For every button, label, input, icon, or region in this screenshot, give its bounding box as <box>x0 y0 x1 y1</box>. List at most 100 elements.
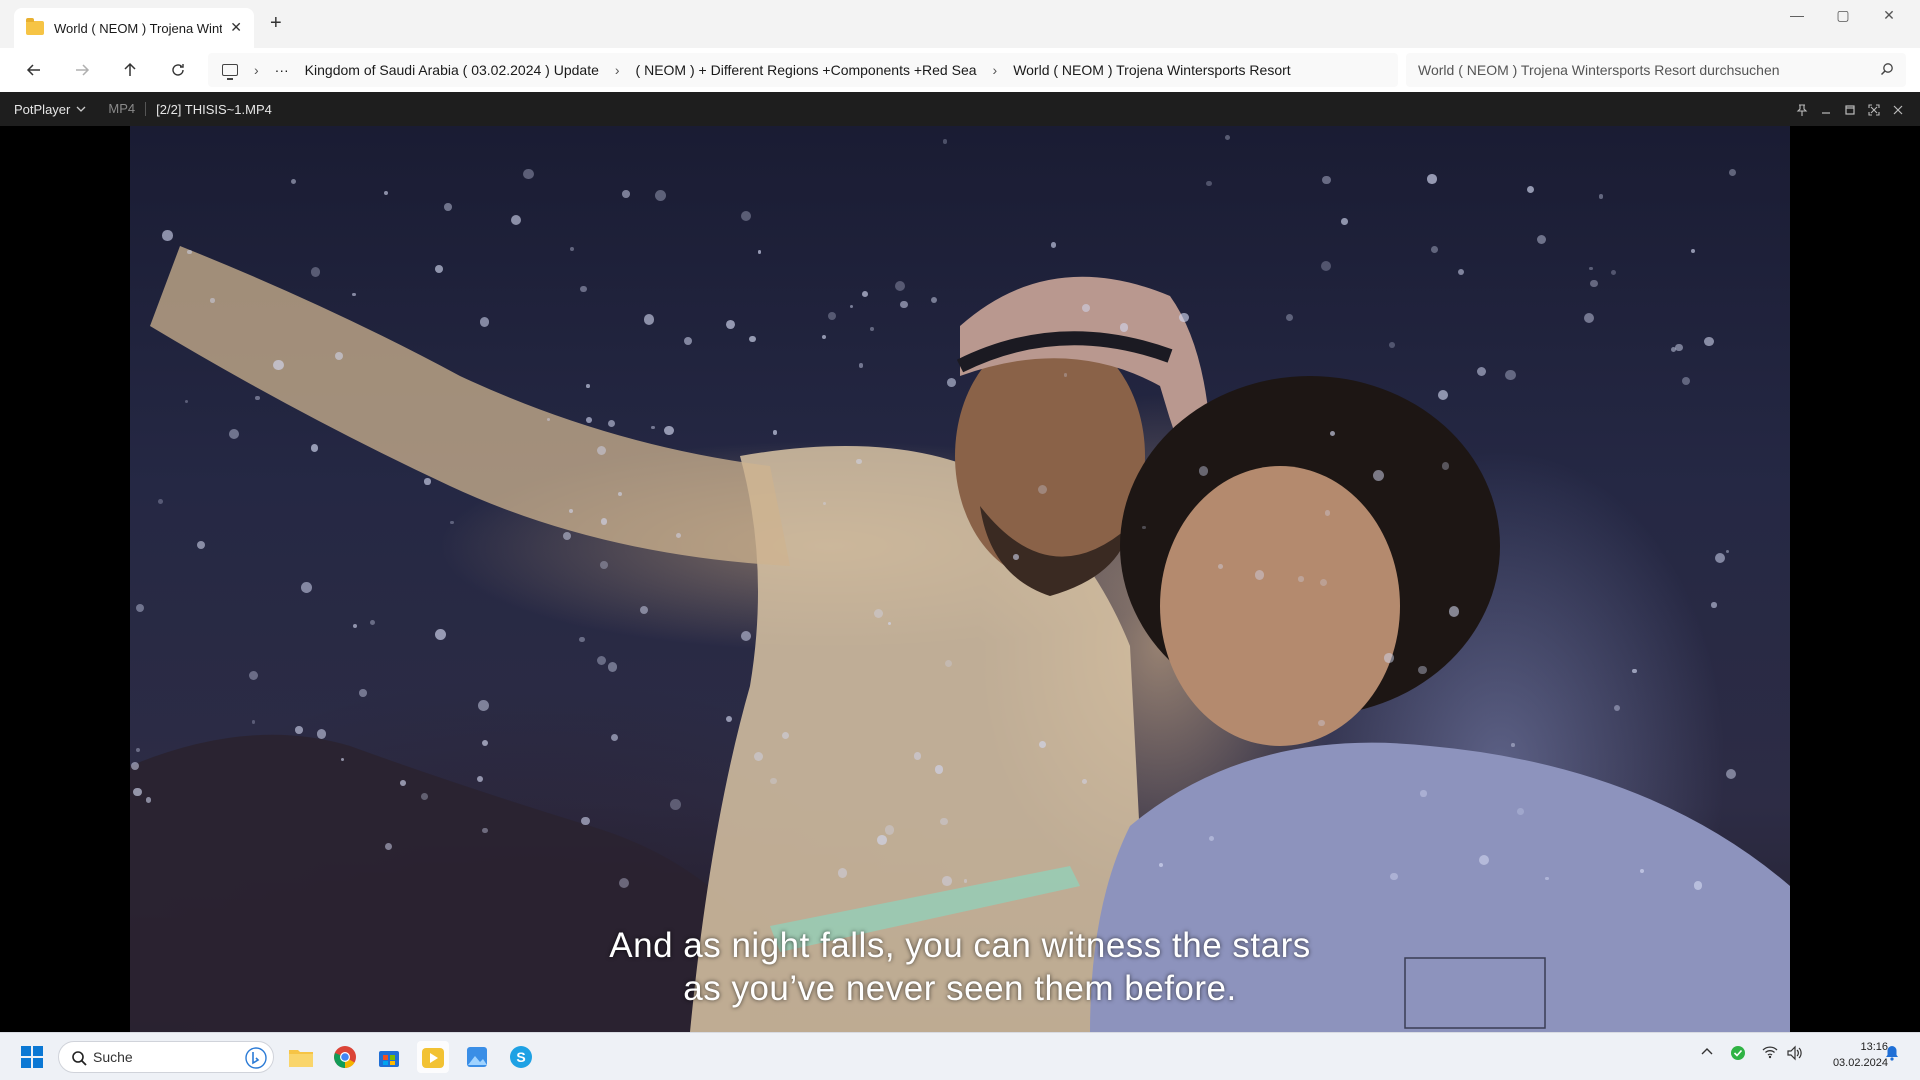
file-explorer-icon[interactable] <box>285 1041 317 1073</box>
wifi-icon[interactable] <box>1762 1045 1778 1062</box>
chrome-icon[interactable] <box>329 1041 361 1073</box>
up-button[interactable] <box>118 58 142 82</box>
star <box>757 250 762 254</box>
player-minimize-button[interactable] <box>1818 102 1834 118</box>
refresh-icon <box>172 64 184 76</box>
maximize-button[interactable]: ▢ <box>1820 0 1866 30</box>
star <box>599 560 608 569</box>
star <box>654 189 666 201</box>
star <box>1224 134 1230 140</box>
star <box>1322 175 1331 185</box>
star <box>1505 369 1516 380</box>
minimize-button[interactable]: — <box>1774 0 1820 30</box>
system-clock[interactable]: 13:16 03.02.2024 <box>1812 1039 1888 1071</box>
star <box>421 793 429 800</box>
explorer-window: World ( NEOM ) Trojena Winte ✕ + — ▢ ✕ ›… <box>0 0 1920 92</box>
forward-button[interactable] <box>70 58 94 82</box>
star <box>1179 312 1189 322</box>
star <box>1714 552 1725 563</box>
subtitle-line-1: And as night falls, you can witness the … <box>609 926 1311 965</box>
skype-icon[interactable]: S <box>505 1041 537 1073</box>
star <box>754 751 764 761</box>
tab-bar: World ( NEOM ) Trojena Winte ✕ + — ▢ ✕ <box>0 0 1920 48</box>
star <box>741 630 752 641</box>
potplayer-window[interactable]: PotPlayer MP4 [2/2] THISIS~1.MP4 And as … <box>0 92 1920 1032</box>
tab-explorer[interactable]: World ( NEOM ) Trojena Winte ✕ <box>14 8 254 48</box>
star <box>870 327 874 331</box>
chevron-right-icon[interactable]: › <box>246 62 267 78</box>
clock-time: 13:16 <box>1860 1041 1888 1053</box>
star <box>769 777 777 785</box>
star <box>1298 575 1304 582</box>
star <box>617 491 623 496</box>
star <box>295 726 303 734</box>
app-name: PotPlayer <box>14 101 71 117</box>
star <box>133 787 142 797</box>
star <box>1081 304 1090 313</box>
close-window-button[interactable]: ✕ <box>1866 0 1912 30</box>
star <box>877 834 888 845</box>
search-field[interactable]: World ( NEOM ) Trojena Wintersports Reso… <box>1406 53 1906 87</box>
clock-date: 03.02.2024 <box>1832 1057 1888 1069</box>
taskbar: Suche S 13:16 03.02.2024 <box>0 1032 1920 1080</box>
photos-icon[interactable] <box>461 1041 493 1073</box>
new-tab-button[interactable]: + <box>270 12 282 35</box>
fullscreen-button[interactable] <box>1866 102 1882 118</box>
star <box>622 190 630 198</box>
shield-icon[interactable] <box>1730 1045 1746 1064</box>
star <box>934 765 944 774</box>
pin-icon[interactable] <box>1794 102 1810 118</box>
star <box>858 363 864 368</box>
star <box>310 267 320 277</box>
star <box>1590 279 1598 288</box>
chevron-right-icon[interactable]: › <box>607 62 628 78</box>
refresh-button[interactable] <box>166 58 190 82</box>
star <box>1448 606 1460 617</box>
star <box>1389 341 1395 348</box>
chevron-right-icon[interactable]: › <box>985 62 1006 78</box>
chevron-up-icon[interactable] <box>1700 1045 1714 1062</box>
star <box>939 817 948 826</box>
star <box>1704 336 1714 347</box>
overflow-button[interactable]: ··· <box>267 62 297 78</box>
breadcrumb-kingdom[interactable]: Kingdom of Saudi Arabia ( 03.02.2024 ) U… <box>297 62 607 78</box>
star <box>579 636 585 643</box>
star <box>335 352 344 361</box>
star <box>837 868 848 878</box>
up-arrow-icon <box>124 62 136 76</box>
star <box>1583 312 1594 324</box>
star <box>562 531 571 540</box>
star <box>1441 462 1450 470</box>
star <box>301 581 312 593</box>
back-button[interactable] <box>22 58 46 82</box>
star <box>1254 570 1265 580</box>
breadcrumb-trojena[interactable]: World ( NEOM ) Trojena Wintersports Reso… <box>1005 62 1298 78</box>
forward-arrow-icon <box>76 64 90 76</box>
star <box>683 336 692 345</box>
star <box>569 246 574 251</box>
bing-icon[interactable] <box>245 1047 267 1069</box>
notification-bell-icon[interactable] <box>1884 1045 1900 1064</box>
taskbar-search-label: Suche <box>93 1049 133 1065</box>
video-frame[interactable]: And as night falls, you can witness the … <box>130 126 1790 1032</box>
star <box>316 729 327 739</box>
search-icon <box>72 1051 87 1066</box>
store-icon[interactable] <box>373 1041 405 1073</box>
speaker-icon[interactable] <box>1786 1045 1804 1064</box>
star <box>651 425 655 430</box>
player-maximize-button[interactable] <box>1842 102 1858 118</box>
star <box>482 828 488 834</box>
breadcrumb-neom[interactable]: ( NEOM ) + Different Regions +Components… <box>628 62 985 78</box>
search-icon[interactable] <box>1880 62 1894 76</box>
start-icon[interactable] <box>16 1041 48 1073</box>
tab-close-icon[interactable]: ✕ <box>230 19 242 36</box>
potplayer-menu-button[interactable]: PotPlayer <box>0 102 96 117</box>
svg-text:S: S <box>516 1049 525 1065</box>
taskbar-search[interactable]: Suche <box>58 1041 274 1073</box>
potplayer-icon[interactable] <box>417 1041 449 1073</box>
file-label: [2/2] THISIS~1.MP4 <box>156 101 272 117</box>
player-close-button[interactable] <box>1890 102 1906 118</box>
star <box>1511 742 1515 747</box>
star <box>523 168 534 180</box>
address-bar[interactable]: › ··· Kingdom of Saudi Arabia ( 03.02.20… <box>208 53 1398 87</box>
